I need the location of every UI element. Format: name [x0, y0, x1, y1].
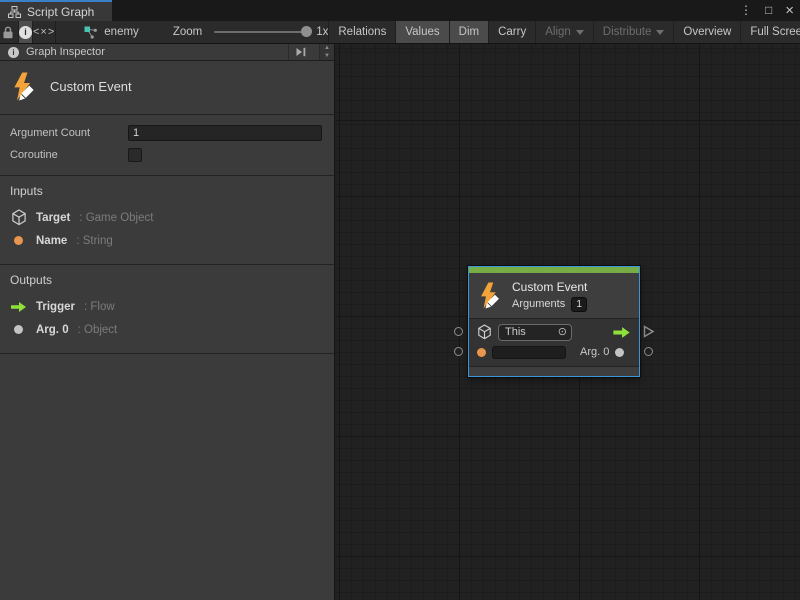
zoom-slider[interactable] [214, 31, 306, 33]
toolbar-button-overview[interactable]: Overview [673, 21, 740, 43]
object-picker-icon[interactable]: ⊙ [558, 327, 567, 338]
node-body: This ⊙ Arg. 0 [469, 318, 639, 366]
coroutine-checkbox[interactable] [128, 148, 142, 162]
trigger-flow-arrow-icon [612, 326, 631, 339]
panel-title: Graph Inspector [26, 46, 281, 58]
node-input-port-target[interactable] [454, 327, 463, 336]
node-output-port-arg0[interactable] [644, 347, 653, 356]
code-view-icon: <×> [33, 26, 55, 38]
flow-arrow-icon [10, 301, 27, 313]
inspector-empty-area [0, 354, 334, 600]
node-header[interactable]: Custom Event Arguments 1 [469, 273, 639, 318]
script-graph-icon [8, 6, 21, 18]
target-object-field[interactable]: This ⊙ [498, 324, 572, 341]
port-row-target: Target : Game Object [10, 206, 324, 229]
port-row-name: Name : String [10, 229, 324, 252]
graph-inspector-panel: i Graph Inspector ▲ ▼ Custom Event [0, 44, 335, 600]
game-object-cube-icon [10, 209, 27, 226]
dock-panel-button[interactable] [288, 44, 312, 60]
object-port-icon [615, 348, 624, 357]
toolbar-button-distribute[interactable]: Distribute [593, 21, 674, 43]
graph-toolbar: i <×> enemy Zoom 1x Relations Values Dim… [0, 21, 800, 44]
argument-count-input[interactable] [128, 125, 322, 141]
node-input-port-name[interactable] [454, 347, 463, 356]
unit-title: Custom Event [50, 79, 132, 94]
string-port-icon [477, 348, 486, 357]
toolbar-button-relations[interactable]: Relations [328, 21, 395, 43]
window-menu-icon[interactable]: ⋮ [740, 0, 752, 21]
custom-event-node[interactable]: Custom Event Arguments 1 This ⊙ [468, 266, 640, 377]
info-icon: i [19, 26, 32, 39]
dock-right-icon [295, 47, 307, 57]
maximize-icon[interactable]: □ [765, 0, 772, 21]
dropdown-arrow-icon [656, 30, 664, 35]
game-object-cube-icon [477, 324, 492, 340]
variables-toggle-button[interactable]: <×> [33, 21, 56, 43]
node-title: Custom Event [512, 280, 587, 294]
object-port-icon [14, 325, 23, 334]
toolbar-button-carry[interactable]: Carry [488, 21, 535, 43]
port-row-trigger: Trigger : Flow [10, 295, 324, 318]
zoom-slider-handle[interactable] [301, 26, 312, 37]
toolbar-button-values[interactable]: Values [395, 21, 448, 43]
unit-settings: Argument Count Coroutine [0, 115, 334, 176]
graph-inspector-toggle-button[interactable]: i [18, 21, 33, 43]
unit-header: Custom Event [0, 61, 334, 115]
toolbar-button-dim[interactable]: Dim [449, 21, 488, 43]
zoom-label: Zoom [173, 26, 202, 38]
custom-event-icon [10, 71, 38, 102]
string-port-icon [14, 236, 23, 245]
port-row-arg0: Arg. 0 : Object [10, 318, 324, 341]
graph-inspector-header: i Graph Inspector ▲ ▼ [0, 44, 334, 61]
argument-count-label: Argument Count [10, 127, 128, 139]
lock-icon [2, 26, 14, 39]
node-footer [469, 366, 639, 376]
arguments-count-field[interactable]: 1 [571, 297, 587, 312]
graph-canvas[interactable]: Custom Event Arguments 1 This ⊙ [335, 44, 800, 600]
zoom-control: Zoom 1x [173, 21, 329, 43]
scroll-down-icon: ▼ [324, 53, 330, 60]
node-output-port-trigger[interactable] [642, 325, 655, 338]
zoom-value: 1x [316, 26, 328, 38]
inputs-title: Inputs [10, 184, 324, 198]
close-icon[interactable]: × [785, 0, 794, 21]
coroutine-label: Coroutine [10, 149, 128, 161]
arg0-label: Arg. 0 [580, 346, 609, 358]
arguments-label: Arguments [512, 298, 565, 310]
tab-title: Script Graph [27, 5, 94, 19]
graph-asset-icon [84, 26, 98, 39]
toolbar-button-fullscreen[interactable]: Full Screen [740, 21, 800, 43]
info-icon: i [8, 47, 19, 58]
custom-event-icon [477, 281, 503, 310]
tab-script-graph[interactable]: Script Graph [0, 0, 112, 21]
inputs-section: Inputs Target : Game Object Name : Strin… [0, 176, 334, 265]
breadcrumb-label: enemy [104, 26, 139, 38]
toolbar-button-align[interactable]: Align [535, 21, 593, 43]
name-value-input[interactable] [492, 346, 566, 359]
outputs-section: Outputs Trigger : Flow Arg. 0 : Object [0, 265, 334, 354]
toolbar-buttons: Relations Values Dim Carry Align Distrib… [328, 21, 800, 43]
breadcrumb[interactable]: enemy [84, 21, 139, 43]
lock-button[interactable] [2, 21, 14, 43]
dropdown-arrow-icon [576, 30, 584, 35]
window-tab-bar: Script Graph ⋮ □ × [0, 0, 800, 21]
scrollbar-steppers[interactable]: ▲ ▼ [319, 44, 334, 60]
scroll-up-icon: ▲ [324, 45, 330, 52]
outputs-title: Outputs [10, 273, 324, 287]
